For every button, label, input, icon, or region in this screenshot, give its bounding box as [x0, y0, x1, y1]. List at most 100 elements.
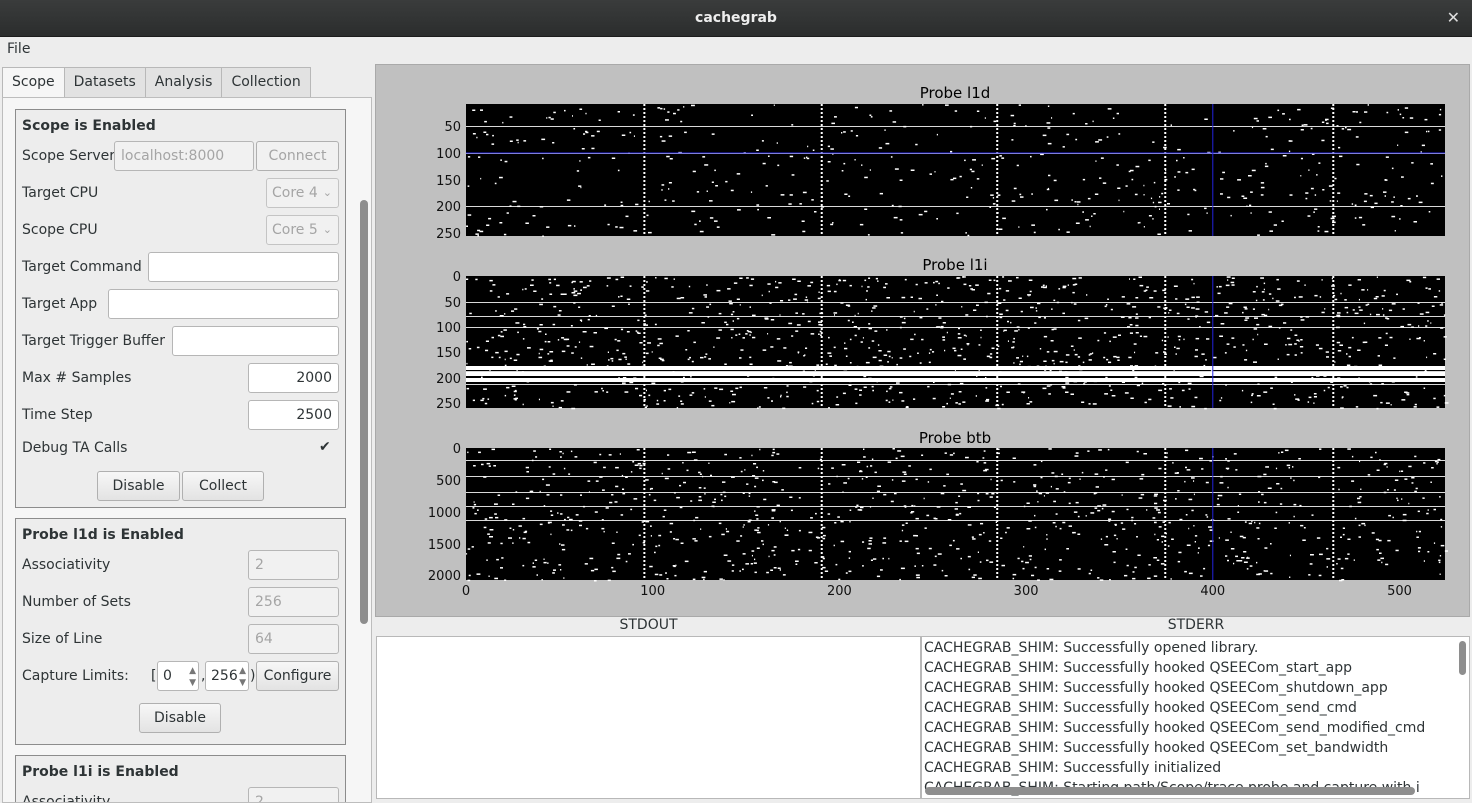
tab-datasets[interactable]: Datasets: [63, 67, 146, 97]
plot-area[interactable]: [466, 448, 1445, 580]
trace-dot: [841, 464, 846, 466]
trace-dot: [690, 376, 692, 378]
trace-dot: [928, 547, 932, 550]
target-command-input[interactable]: [148, 252, 339, 282]
trace-dot: [1106, 136, 1109, 138]
trace-dot: [1346, 386, 1349, 389]
trace-column-dot: [996, 492, 999, 494]
trace-dot: [1407, 367, 1412, 369]
trace-dot: [1427, 130, 1430, 133]
trace-dot: [805, 347, 808, 349]
spin-down-icon[interactable]: ▼: [189, 678, 196, 688]
target-cpu-label: Target CPU: [22, 185, 99, 201]
left-scrollbar[interactable]: [360, 200, 368, 624]
capture-limit-high[interactable]: 256 ▲ ▼: [205, 661, 249, 691]
trace-dot: [1392, 516, 1394, 519]
trace-dot: [847, 319, 850, 322]
trace-column-dot: [643, 140, 646, 142]
trace-dot: [1313, 396, 1317, 398]
tab-collection[interactable]: Collection: [221, 67, 311, 97]
trace-dot: [1121, 494, 1123, 496]
trace-column-dot: [820, 128, 823, 130]
trace-dot: [1338, 146, 1341, 149]
trace-dot: [958, 403, 961, 405]
trace-dot: [1008, 374, 1010, 376]
trace-dot: [1227, 559, 1229, 562]
trace-dot: [1035, 310, 1038, 312]
plot-area[interactable]: [466, 104, 1445, 236]
trace-dot: [1260, 182, 1265, 184]
trace-dot: [587, 480, 591, 482]
trace-dot: [1152, 201, 1155, 204]
trace-dot: [952, 347, 956, 350]
trace-column-dot: [996, 376, 999, 378]
stderr-vscrollbar[interactable]: [1459, 641, 1466, 675]
max-samples-input[interactable]: 2000: [248, 363, 339, 393]
trace-dot: [611, 305, 615, 307]
close-icon[interactable]: ✕: [1447, 8, 1460, 27]
trace-dot: [1338, 488, 1340, 491]
configure-button[interactable]: Configure: [256, 661, 339, 691]
stdout-output[interactable]: [376, 636, 921, 799]
trace-dot: [1370, 456, 1373, 459]
trace-column-dot: [996, 576, 999, 578]
trace-dot: [677, 109, 680, 111]
stderr-output[interactable]: CACHEGRAB_SHIM: Successfully opened libr…: [921, 636, 1470, 799]
probe-l1d-disable-button[interactable]: Disable: [139, 703, 221, 733]
trace-dot: [758, 406, 761, 408]
check-icon[interactable]: ✔: [319, 439, 331, 455]
trace-dot: [1138, 276, 1142, 278]
spin-up-icon[interactable]: ▲: [239, 666, 246, 676]
trace-dot: [1031, 193, 1033, 195]
trace-dot: [1430, 322, 1432, 324]
target-cpu-select[interactable]: Core 4 ⌄: [266, 178, 339, 208]
trace-dot: [643, 398, 646, 401]
trace-dot: [1359, 460, 1361, 463]
trace-dot: [851, 367, 855, 369]
spin-down-icon[interactable]: ▼: [239, 678, 246, 688]
collect-button[interactable]: Collect: [182, 471, 264, 501]
time-step-input[interactable]: 2500: [248, 400, 339, 430]
trace-dot: [603, 466, 606, 469]
trace-dot: [943, 485, 946, 487]
trace-dot: [1177, 560, 1181, 563]
trace-dot: [999, 313, 1003, 315]
trace-dot: [550, 533, 552, 536]
trigger-buffer-input[interactable]: [172, 326, 339, 356]
trace-dot: [750, 191, 753, 193]
stderr-hscrollbar[interactable]: [925, 787, 1415, 795]
target-app-input[interactable]: [108, 289, 339, 319]
trace-dot: [788, 299, 791, 301]
plot-area[interactable]: [466, 276, 1445, 408]
trace-dot: [1248, 175, 1252, 177]
trace-dot: [1406, 393, 1410, 396]
trace-dot: [523, 326, 527, 328]
trace-dot: [784, 527, 786, 529]
trace-dot: [1411, 162, 1414, 164]
trace-dot: [633, 230, 638, 232]
trace-dot: [803, 355, 805, 357]
trace-dot: [1092, 120, 1094, 123]
trace-dot: [1375, 451, 1377, 454]
trace-dot: [1051, 328, 1054, 331]
plot-title: Probe l1i: [922, 256, 987, 274]
trace-column-dot: [1332, 212, 1335, 214]
trace-dot: [798, 497, 801, 499]
trace-dot: [1169, 388, 1172, 390]
connect-button[interactable]: Connect: [256, 141, 339, 171]
scope-server-input[interactable]: localhost:8000: [114, 141, 254, 171]
scope-disable-button[interactable]: Disable: [97, 471, 180, 501]
trace-dot: [807, 285, 811, 287]
menu-file[interactable]: File: [7, 41, 30, 57]
scope-cpu-select[interactable]: Core 5 ⌄: [266, 215, 339, 245]
trace-dot: [1399, 113, 1402, 116]
capture-limit-low[interactable]: 0 ▲ ▼: [157, 661, 199, 691]
tab-scope[interactable]: Scope: [2, 67, 65, 98]
spin-up-icon[interactable]: ▲: [189, 666, 196, 676]
trace-row: [466, 206, 1445, 207]
tab-analysis[interactable]: Analysis: [144, 67, 223, 97]
trace-dot: [1013, 124, 1016, 127]
trace-dot: [1112, 551, 1116, 553]
trace-dot: [911, 511, 915, 513]
trace-dot: [1251, 520, 1253, 523]
